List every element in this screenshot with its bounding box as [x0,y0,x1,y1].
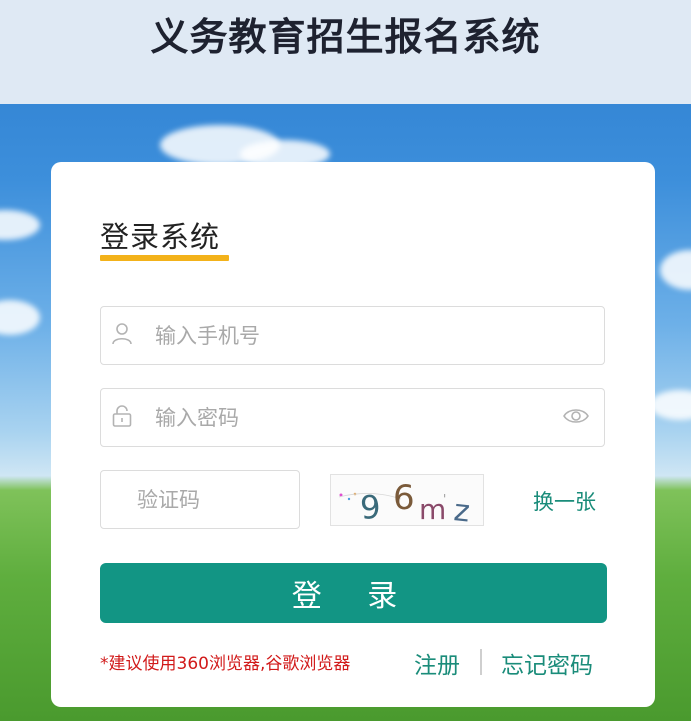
lock-icon [111,404,133,428]
phone-input[interactable] [155,307,535,364]
cloud [660,250,691,290]
captcha-image[interactable]: 9 6 m z ' [330,474,484,526]
browser-notice: *建议使用360浏览器,谷歌浏览器 [100,654,351,674]
link-divider [480,649,482,675]
heading-underline [100,255,229,261]
cloud [650,390,691,420]
phone-field[interactable] [100,306,605,365]
forgot-password-link[interactable]: 忘记密码 [501,646,593,680]
header-bar: 义务教育招生报名系统 [0,0,691,104]
login-heading: 登录系统 [100,220,221,254]
login-card: 登录系统 输入手机号 验证码 9 6 m z ' 换一张 登 录 *建议使用36… [51,162,655,707]
cloud [0,210,40,240]
user-icon [111,322,133,346]
site-title: 义务教育招生报名系统 [150,15,541,59]
register-link[interactable]: 注册 [414,646,460,680]
cloud [0,300,40,335]
svg-text:': ' [443,492,446,506]
password-input[interactable] [155,389,535,446]
captcha-input[interactable] [137,471,287,528]
password-field[interactable] [100,388,605,447]
svg-text:z: z [452,493,471,526]
refresh-captcha-link[interactable]: 换一张 [533,486,596,516]
svg-text:9: 9 [359,488,382,526]
svg-text:6: 6 [393,478,415,518]
login-button[interactable]: 登 录 [100,563,607,623]
eye-icon[interactable] [562,405,590,427]
captcha-field[interactable] [100,470,300,529]
